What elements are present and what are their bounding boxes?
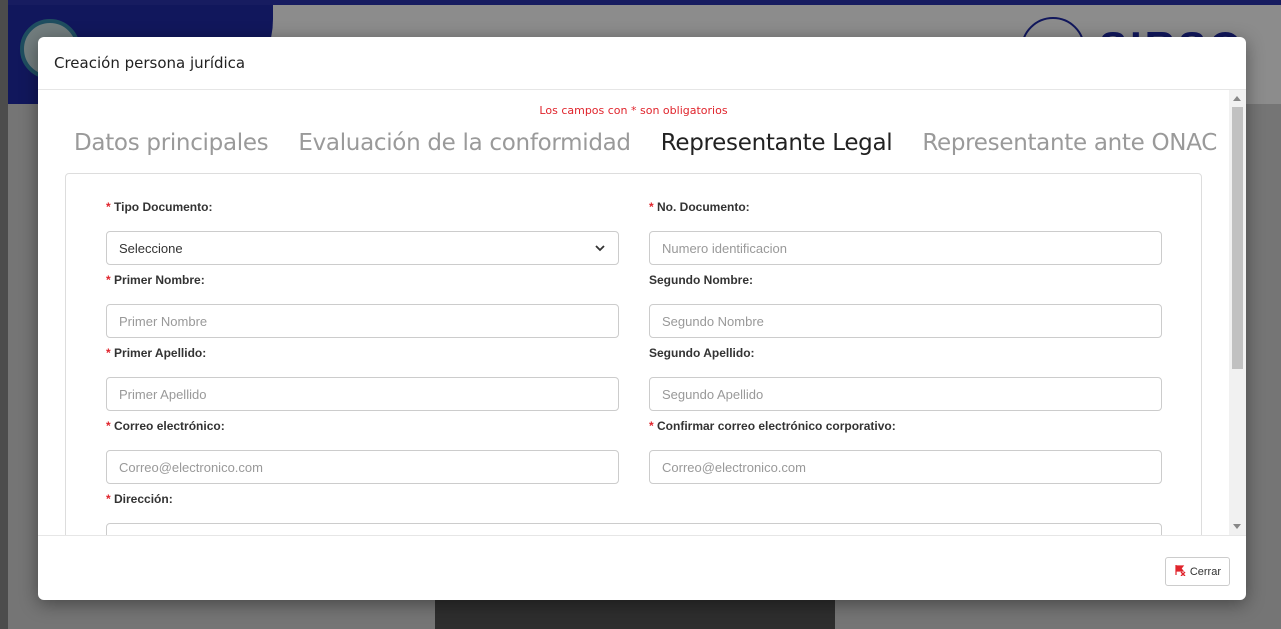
- scroll-down-arrow-icon[interactable]: [1233, 524, 1241, 529]
- segundo-nombre-field: Segundo Nombre: Segundo Nombre: [649, 273, 1162, 338]
- direccion-input[interactable]: Direccion Representante Legal: [106, 523, 1162, 535]
- confirmar-correo-input[interactable]: Correo@electronico.com: [649, 450, 1162, 484]
- primer-apellido-input[interactable]: Primer Apellido: [106, 377, 619, 411]
- tipo-documento-value: Seleccione: [119, 240, 183, 256]
- step-tabs: Datos principales Evaluación de la confo…: [74, 130, 1217, 156]
- direccion-field: * Dirección: Direccion Representante Leg…: [106, 492, 1162, 535]
- modal-title: Creación persona jurídica: [54, 54, 246, 72]
- create-legal-entity-modal: Creación persona jurídica Los campos con…: [38, 37, 1246, 600]
- required-mark: *: [106, 200, 111, 214]
- primer-apellido-label-text: Primer Apellido:: [114, 346, 207, 360]
- required-mark: *: [649, 419, 654, 433]
- scrollbar-thumb[interactable]: [1232, 107, 1243, 369]
- segundo-nombre-label: Segundo Nombre:: [649, 273, 753, 287]
- required-mark: *: [649, 200, 654, 214]
- correo-label: * Correo electrónico:: [106, 419, 619, 435]
- correo-field: * Correo electrónico: Correo@electronico…: [106, 419, 619, 484]
- confirmar-correo-label-text: Confirmar correo electrónico corporativo…: [657, 419, 896, 433]
- no-documento-field: * No. Documento: Numero identificacion: [649, 200, 1162, 265]
- primer-nombre-label-text: Primer Nombre:: [114, 273, 205, 287]
- correo-input[interactable]: Correo@electronico.com: [106, 450, 619, 484]
- close-button[interactable]: Cerrar: [1164, 557, 1230, 586]
- tab-datos-principales[interactable]: Datos principales: [74, 130, 269, 156]
- no-documento-label: * No. Documento:: [649, 200, 1162, 216]
- direccion-label: * Dirección:: [106, 492, 1162, 508]
- tab-evaluacion-conformidad[interactable]: Evaluación de la conformidad: [298, 130, 631, 156]
- segundo-nombre-input[interactable]: Segundo Nombre: [649, 304, 1162, 338]
- required-mark: *: [106, 273, 111, 287]
- close-icon: [1174, 564, 1186, 579]
- confirmar-correo-label: * Confirmar correo electrónico corporati…: [649, 419, 1162, 435]
- required-fields-note: Los campos con * son obligatorios: [539, 104, 728, 117]
- segundo-apellido-field: Segundo Apellido: Segundo Apellido: [649, 346, 1162, 411]
- modal-footer: Cerrar: [38, 535, 1246, 600]
- modal-header: Creación persona jurídica: [38, 37, 1246, 90]
- scroll-up-arrow-icon[interactable]: [1233, 96, 1241, 101]
- tipo-documento-label: * Tipo Documento:: [106, 200, 619, 216]
- no-documento-input[interactable]: Numero identificacion: [649, 231, 1162, 265]
- confirmar-correo-field: * Confirmar correo electrónico corporati…: [649, 419, 1162, 484]
- tab-representante-legal[interactable]: Representante Legal: [661, 130, 893, 156]
- segundo-apellido-input[interactable]: Segundo Apellido: [649, 377, 1162, 411]
- segundo-apellido-label: Segundo Apellido:: [649, 346, 755, 360]
- tab-representante-onac[interactable]: Representante ante ONAC: [922, 130, 1217, 156]
- tipo-documento-field: * Tipo Documento: Seleccione: [106, 200, 619, 265]
- close-button-label: Cerrar: [1189, 565, 1221, 578]
- tipo-documento-select[interactable]: Seleccione: [106, 231, 619, 265]
- required-mark: *: [106, 492, 111, 506]
- no-documento-label-text: No. Documento:: [657, 200, 750, 214]
- legal-representative-form: * Tipo Documento: Seleccione * No. Docum…: [65, 173, 1202, 535]
- primer-apellido-label: * Primer Apellido:: [106, 346, 619, 362]
- chevron-down-icon: [594, 242, 606, 254]
- correo-label-text: Correo electrónico:: [114, 419, 225, 433]
- modal-scrollbar[interactable]: [1229, 90, 1246, 535]
- primer-nombre-input[interactable]: Primer Nombre: [106, 304, 619, 338]
- primer-apellido-field: * Primer Apellido: Primer Apellido: [106, 346, 619, 411]
- required-mark: *: [106, 419, 111, 433]
- required-mark: *: [106, 346, 111, 360]
- modal-body[interactable]: Los campos con * son obligatorios Datos …: [38, 90, 1246, 535]
- primer-nombre-label: * Primer Nombre:: [106, 273, 619, 289]
- primer-nombre-field: * Primer Nombre: Primer Nombre: [106, 273, 619, 338]
- tipo-documento-label-text: Tipo Documento:: [114, 200, 213, 214]
- direccion-label-text: Dirección:: [114, 492, 173, 506]
